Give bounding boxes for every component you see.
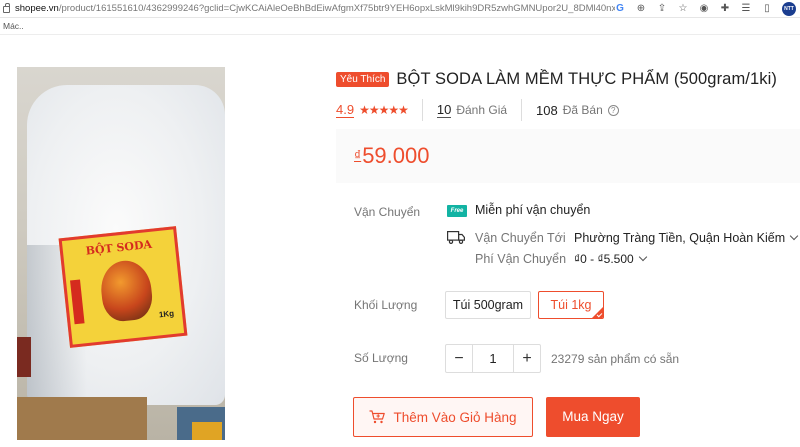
sold-label: Đã Bán — [562, 103, 603, 117]
shipping-fee-label: Phí Vận Chuyển — [475, 252, 567, 266]
price-value: 59.000 — [362, 143, 430, 168]
background-item — [192, 422, 222, 440]
quantity-label: Số Lượng — [354, 351, 408, 365]
side-panel-icon[interactable]: ▯ — [761, 2, 773, 16]
bookmarks-bar: Mác.. — [0, 19, 800, 35]
divider — [421, 99, 423, 121]
add-to-cart-button[interactable]: Thêm Vào Giỏ Hàng — [353, 397, 533, 437]
url-path: /product/161551610/4362999246?gclid=CjwK… — [58, 3, 615, 14]
review-label: Đánh Giá — [456, 103, 508, 117]
reading-list-icon[interactable]: ☰ — [740, 2, 752, 16]
address-bar[interactable]: shopee.vn/product/161551610/4362999246?g… — [0, 0, 800, 18]
chevron-down-icon — [638, 252, 647, 262]
option-500gram[interactable]: Túi 500gram — [445, 291, 531, 319]
toolbar-icons: G ⊕ ⇪ ☆ ◉ ✚ ☰ ▯ NTT — [614, 2, 796, 16]
shipping-fee-dropdown[interactable]: ₫0 - ₫5.500 — [574, 252, 647, 266]
quantity-input[interactable]: 1 — [472, 345, 514, 372]
cart-plus-icon — [369, 410, 386, 424]
price-box: ₫59.000 — [336, 129, 800, 183]
increase-button[interactable]: + — [514, 345, 540, 372]
truck-icon — [447, 231, 465, 244]
option-1kg[interactable]: Túi 1kg — [538, 291, 604, 319]
ext-badge-icon[interactable]: NTT — [782, 2, 796, 16]
url-text[interactable]: shopee.vn/product/161551610/4362999246?g… — [15, 3, 615, 14]
profile-extension-icon[interactable]: ◉ — [698, 2, 710, 16]
decrease-button[interactable]: − — [446, 345, 472, 372]
price: ₫59.000 — [354, 143, 429, 169]
label-side-strip — [70, 279, 85, 325]
review-count[interactable]: 10 — [436, 102, 452, 118]
shipping-fee-value: ₫0 - ₫5.500 — [574, 252, 634, 266]
help-icon[interactable]: ? — [607, 104, 619, 116]
chevron-down-icon — [789, 231, 799, 241]
buy-now-button[interactable]: Mua Ngay — [546, 397, 640, 437]
favorite-badge: Yêu Thích — [336, 72, 390, 87]
ship-to-value: Phường Tràng Tiền, Quận Hoàn Kiếm — [574, 231, 786, 245]
bookmark-item[interactable]: Mác.. — [3, 21, 24, 31]
label-weight: 1Kg — [158, 308, 175, 320]
weight-label: Khối Lượng — [354, 298, 418, 312]
background-item — [17, 337, 31, 377]
rooster-logo — [98, 258, 155, 324]
add-to-cart-label: Thêm Vào Giỏ Hàng — [393, 409, 517, 425]
product-stats: 4.9 ★★★★★ 10 Đánh Giá 108 Đã Bán ? — [336, 99, 619, 121]
currency-symbol: ₫ — [354, 147, 362, 163]
product-title-row: Yêu Thích BỘT SODA LÀM MỀM THỰC PHẨM (50… — [336, 70, 777, 89]
label-title: BỘT SODA — [85, 237, 153, 258]
star-rating-icon: ★★★★★ — [359, 103, 409, 117]
cardboard-box — [17, 397, 147, 440]
share-icon[interactable]: ⇪ — [656, 2, 668, 16]
sold-count: 108 — [536, 102, 558, 118]
free-shipping-text: Miễn phí vận chuyển — [475, 203, 591, 217]
ship-to-label: Vận Chuyển Tới — [475, 231, 566, 245]
bookmark-star-icon[interactable]: ☆ — [677, 2, 689, 16]
divider — [521, 99, 523, 121]
check-icon — [596, 311, 603, 318]
url-domain: shopee.vn — [15, 3, 59, 14]
rating-value[interactable]: 4.9 — [336, 102, 355, 118]
lock-icon[interactable] — [3, 3, 10, 13]
free-shipping-icon: Free — [447, 205, 467, 217]
product-title: BỘT SODA LÀM MỀM THỰC PHẨM (500gram/1ki) — [396, 70, 777, 88]
ship-to-dropdown[interactable]: Phường Tràng Tiền, Quận Hoàn Kiếm — [574, 231, 799, 245]
shipping-label: Vận Chuyển — [354, 205, 421, 219]
google-lens-icon[interactable]: G — [614, 2, 626, 16]
stock-available: 23279 sản phẩm có sẵn — [551, 352, 680, 366]
zoom-icon[interactable]: ⊕ — [635, 2, 647, 16]
option-1kg-label: Túi 1kg — [550, 298, 592, 312]
product-image[interactable]: BỘT SODA 1Kg — [17, 67, 225, 440]
extensions-puzzle-icon[interactable]: ✚ — [719, 2, 731, 16]
product-label: BỘT SODA 1Kg — [58, 226, 188, 348]
quantity-stepper: − 1 + — [445, 344, 541, 373]
